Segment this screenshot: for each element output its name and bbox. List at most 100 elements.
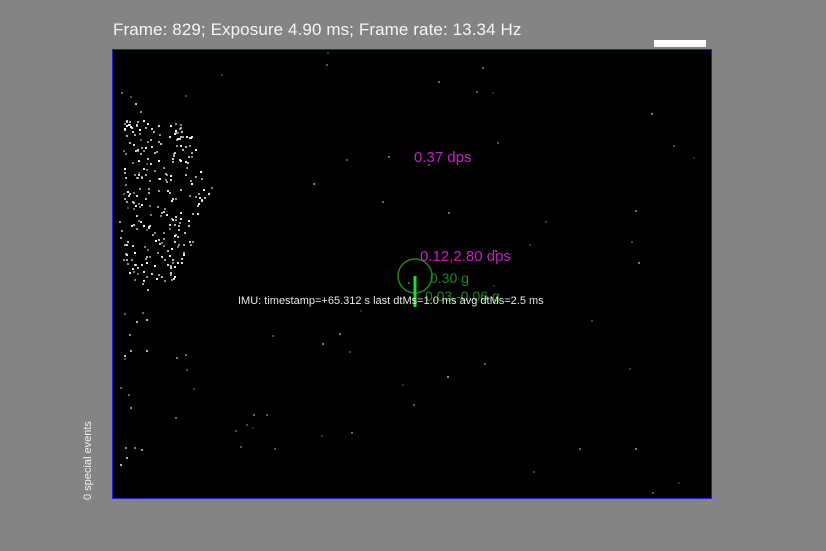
event-pixel [172,198,174,200]
event-pixel [134,264,136,266]
event-pixel [167,264,169,266]
event-pixel [136,321,138,323]
event-pixel [185,161,187,163]
event-pixel [266,414,268,416]
event-pixel [160,215,162,217]
event-pixel [484,363,486,365]
event-pixel [148,226,150,228]
event-pixel [164,208,166,210]
event-pixel [137,121,139,123]
event-pixel [203,189,205,191]
event-pixel [170,125,172,127]
event-pixel [208,193,210,195]
event-pixel [142,283,144,285]
event-pixel [132,162,134,164]
event-pixel [134,134,136,136]
event-pixel [382,201,384,203]
event-pixel [141,177,143,179]
event-pixel [132,268,134,270]
event-pixel [159,134,161,136]
event-pixel [175,219,177,221]
event-pixel [150,214,152,216]
event-pixel [145,198,147,200]
event-pixel [123,193,125,195]
event-pixel [388,156,390,158]
event-pixel [181,131,183,133]
event-pixel [177,132,179,134]
event-pixel [631,241,633,243]
event-pixel [158,125,160,127]
event-pixel [138,160,140,162]
event-pixel [185,354,187,356]
event-pixel [173,278,175,280]
event-pixel [170,175,172,177]
event-pixel [135,150,137,152]
event-pixel [145,127,147,129]
event-pixel [174,133,176,135]
event-pixel [447,376,449,378]
event-viewport[interactable]: 0.37 dps 0.12,2.80 dps 0.30 g 0.03,-0.06… [112,49,712,499]
event-pixel [127,241,129,243]
event-pixel [126,125,128,127]
event-pixel [184,232,186,234]
event-pixel [163,238,165,240]
event-pixel [126,201,128,203]
event-pixel [124,244,126,246]
event-pixel [402,384,404,386]
event-pixel [413,404,415,406]
event-pixel [149,205,151,207]
event-pixel [130,407,132,409]
event-pixel [146,163,148,165]
event-pixel [123,259,125,261]
event-pixel [127,191,129,193]
event-pixel [130,96,132,98]
event-pixel [126,120,128,122]
event-pixel [169,224,171,226]
event-pixel [150,139,152,141]
event-pixel [137,273,139,275]
event-pixel [170,272,172,274]
event-pixel [204,197,206,199]
event-pixel [136,228,138,230]
accel-magnitude: 0.30 g [430,270,469,286]
event-pixel [448,212,450,214]
event-pixel [529,244,531,246]
event-pixel [167,190,169,192]
event-pixel [124,358,126,360]
event-pixel [181,262,183,264]
event-pixel [175,123,177,125]
event-pixel [154,232,156,234]
event-pixel [140,111,142,113]
special-events-count: 0 special events [82,421,94,500]
event-pixel [161,242,163,244]
event-pixel [346,159,348,161]
event-pixel [200,171,202,173]
event-pixel [132,245,134,247]
event-pixel [141,204,143,206]
event-pixel [120,464,122,466]
event-pixel [186,136,188,138]
event-pixel [183,244,185,246]
event-pixel [158,178,160,180]
event-pixel [125,447,127,449]
event-pixel [147,289,149,291]
event-pixel [120,387,122,389]
event-pixel [182,149,184,151]
event-pixel [169,228,171,230]
event-pixel [176,145,178,147]
event-pixel [211,187,213,189]
event-pixel [126,254,128,256]
event-pixel [166,174,168,176]
event-pixel [629,368,631,370]
event-pixel [147,123,149,125]
gyro-rotation-rate: 0.37 dps [414,149,472,166]
event-pixel [138,203,140,205]
event-pixel [124,198,126,200]
event-pixel [133,224,135,226]
event-pixel [173,155,175,157]
event-pixel [139,133,141,135]
event-pixel [240,446,242,448]
event-pixel [321,435,323,437]
event-pixel [189,195,191,197]
event-pixel [195,149,197,151]
